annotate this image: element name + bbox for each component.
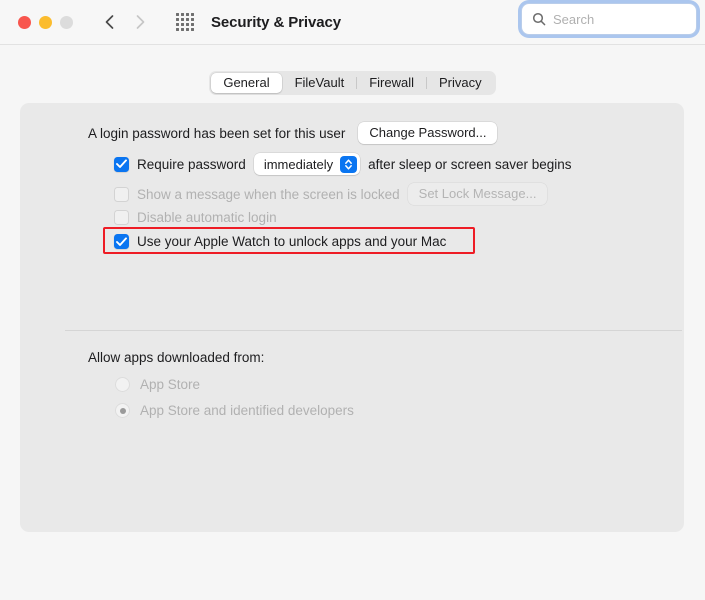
show-lock-message-label: Show a message when the screen is locked [137,186,400,202]
app-store-radio[interactable] [115,377,130,392]
login-password-row: A login password has been set for this u… [88,122,498,144]
section-divider [65,330,682,331]
chevron-updown-icon [340,155,358,173]
require-password-suffix-label: after sleep or screen saver begins [368,156,572,172]
general-settings-panel: A login password has been set for this u… [20,103,684,532]
chevron-left-icon[interactable] [103,13,117,31]
change-password-button[interactable]: Change Password... [358,122,498,144]
allow-apps-option-app-store[interactable]: App Store [115,377,200,392]
tab-filevault[interactable]: FileVault [283,73,357,93]
require-password-label: Require password [137,156,246,172]
close-button[interactable] [18,15,31,29]
minimize-button[interactable] [39,15,52,29]
page-title: Security & Privacy [211,13,341,31]
show-lock-message-row: Show a message when the screen is locked… [114,183,548,205]
tab-privacy[interactable]: Privacy [427,73,494,93]
apple-watch-unlock-row: Use your Apple Watch to unlock apps and … [114,234,446,249]
tab-general[interactable]: General [211,73,282,93]
allow-apps-heading-row: Allow apps downloaded from: [88,350,264,365]
apple-watch-unlock-label: Use your Apple Watch to unlock apps and … [137,234,447,249]
tab-bar: General FileVault Firewall Privacy [0,71,705,95]
system-preferences-window: Security & Privacy General FileVault Fir… [0,0,705,600]
show-all-grid-icon[interactable] [175,12,195,32]
zoom-button[interactable] [60,15,73,29]
traffic-lights [18,15,73,29]
search-field[interactable] [521,3,697,35]
search-input[interactable] [553,11,683,27]
disable-auto-login-checkbox[interactable] [114,210,129,225]
app-store-label: App Store [140,377,201,392]
require-password-delay-popup[interactable]: immediately [253,153,361,175]
allow-apps-option-identified-developers[interactable]: App Store and identified developers [115,403,354,418]
require-password-delay-value: immediately [263,156,334,172]
require-password-checkbox[interactable] [114,156,129,172]
app-store-identified-developers-radio[interactable] [115,403,130,418]
login-password-label: A login password has been set for this u… [88,125,346,141]
title-bar: Security & Privacy [0,0,705,45]
search-icon [532,12,546,26]
set-lock-message-button[interactable]: Set Lock Message... [407,183,548,205]
tab-firewall[interactable]: Firewall [357,73,426,93]
disable-auto-login-row: Disable automatic login [114,210,277,225]
require-password-row: Require password immediately after sleep… [114,153,572,175]
allow-apps-heading: Allow apps downloaded from: [88,350,265,365]
chevron-right-icon[interactable] [133,13,147,31]
navigation-buttons [103,13,147,31]
show-lock-message-checkbox[interactable] [114,186,129,202]
footer-bar: Click the lock to make changes. Advanced… [0,545,705,600]
app-store-identified-developers-label: App Store and identified developers [140,403,354,418]
disable-auto-login-label: Disable automatic login [137,210,277,225]
apple-watch-unlock-checkbox[interactable] [114,234,129,249]
